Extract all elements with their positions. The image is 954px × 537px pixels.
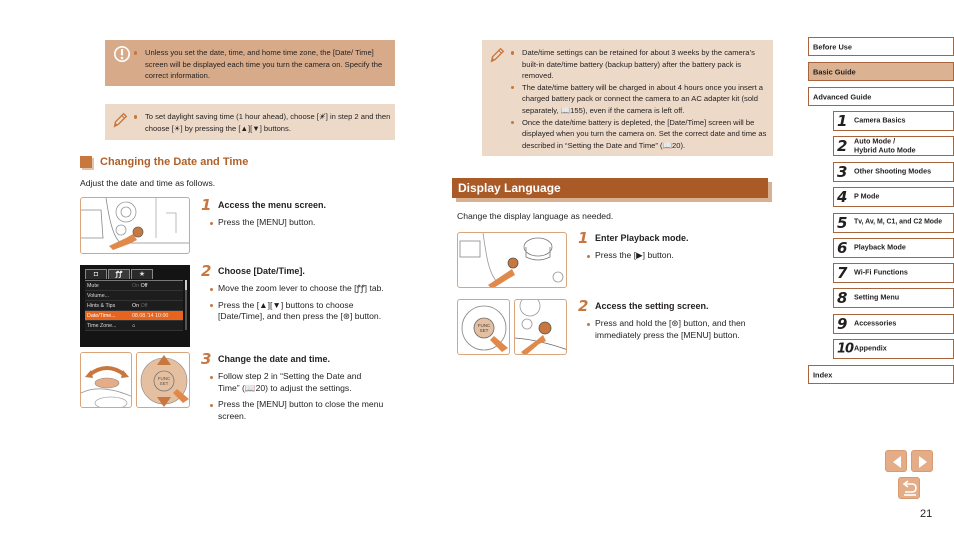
note-item: Date/time settings can be retained for a… [510, 47, 770, 82]
sidebar-item-index[interactable]: Index [808, 365, 954, 384]
control-dial-illustration: FUNC SET [136, 352, 190, 408]
step-bullet: Press and hold the [⊛] button, and then … [586, 318, 766, 341]
step-bullet: Press the [▶] button. [586, 250, 674, 262]
step-number: 2 [578, 297, 589, 315]
sidebar-chapter-accessories[interactable]: 9 Accessories [833, 314, 954, 334]
sidebar-chapter-wifi-functions[interactable]: 7 Wi-Fi Functions [833, 263, 954, 283]
menu-row-selected: Date/Time... 08.08.'14 10:00 [85, 311, 183, 321]
step-bullet: Move the zoom lever to choose the [ꝭꝭ] t… [209, 283, 389, 295]
return-arrow-icon [902, 480, 917, 496]
step-title: Choose [Date/Time]. [218, 266, 305, 276]
camera-settings-screen: ◘ ꝭꝭ ★ Mute On Off Volume... Hints & Tips… [80, 265, 190, 347]
step-title: Access the menu screen. [218, 200, 327, 210]
camera-menu-button-illustration [80, 197, 190, 254]
screen-scrollbar [185, 280, 187, 330]
sidebar-item-basic-guide[interactable]: Basic Guide [808, 62, 954, 81]
triangle-left-icon [893, 456, 901, 468]
return-button[interactable] [898, 477, 920, 499]
zoom-lever-illustration [80, 352, 132, 408]
camera-tab-icon: ◘ [85, 269, 107, 279]
previous-page-button[interactable] [885, 450, 907, 472]
playback-button-illustration [457, 232, 567, 288]
section-title: Display Language [458, 181, 561, 195]
step-bullet: Follow step 2 in “Setting the Date and T… [209, 371, 384, 394]
note-item: The date/time battery will be charged in… [510, 82, 770, 117]
sidebar-item-advanced-guide[interactable]: Advanced Guide [808, 87, 954, 106]
sidebar-chapter-p-mode[interactable]: 4P Mode [833, 187, 954, 207]
sidebar-chapter-auto-mode[interactable]: 2 Auto Mode / Hybrid Auto Mode [833, 136, 954, 156]
menu-row: Time Zone... ⌂ [85, 321, 183, 331]
next-page-button[interactable] [911, 450, 933, 472]
sidebar-chapter-tv-av-m[interactable]: 5 Tv, Av, M, C1, and C2 Mode [833, 213, 954, 233]
sidebar-chapter-other-shooting-modes[interactable]: 3 Other Shooting Modes [833, 162, 954, 182]
sidebar-chapter-camera-basics[interactable]: 1 Camera Basics [833, 111, 954, 131]
section-heading: Changing the Date and Time [80, 156, 248, 168]
step-number: 1 [201, 196, 212, 214]
sidebar-chapter-playback-mode[interactable]: 6 Playback Mode [833, 238, 954, 258]
section-intro: Adjust the date and time as follows. [80, 178, 216, 188]
tip-note-backup-battery: Date/time settings can be retained for a… [482, 40, 773, 156]
step-bullet: Press the [MENU] button to close the men… [209, 399, 384, 422]
step-bullet: Press the [MENU] button. [209, 217, 315, 229]
func-set-button-illustration: FUNC SET [457, 299, 510, 355]
sidebar-chapter-appendix[interactable]: 10 Appendix [833, 339, 954, 359]
step-bullet: Press the [▲][▼] buttons to choose [Date… [209, 300, 384, 323]
step-title: Change the date and time. [218, 354, 331, 364]
triangle-right-icon [919, 456, 927, 468]
pencil-icon [113, 112, 128, 128]
menu-row: Mute On Off [85, 281, 183, 291]
svg-text:SET: SET [160, 381, 169, 386]
sidebar-item-before-use[interactable]: Before Use [808, 37, 954, 56]
note-item: To set daylight saving time (1 hour ahea… [133, 111, 391, 134]
section-title: Changing the Date and Time [100, 156, 249, 168]
exclamation-circle-icon [113, 45, 131, 63]
page-number: 21 [920, 508, 933, 520]
pencil-icon [490, 47, 505, 63]
note-item: Once the date/time battery is depleted, … [510, 117, 770, 152]
step-number: 3 [201, 350, 212, 368]
menu-row: Hints & Tips On Off [85, 301, 183, 311]
settings-tab-icon: ꝭꝭ [108, 269, 130, 279]
step-title: Access the setting screen. [595, 301, 709, 311]
section-intro: Change the display language as needed. [457, 211, 614, 221]
note-item: Unless you set the date, time, and home … [133, 47, 391, 82]
home-icon: ⌂ [132, 323, 136, 329]
menu-row: Volume... [85, 291, 183, 301]
step-title: Enter Playback mode. [595, 233, 689, 243]
svg-text:SET: SET [480, 328, 489, 333]
sidebar-chapter-setting-menu[interactable]: 8 Setting Menu [833, 288, 954, 308]
warning-note: Unless you set the date, time, and home … [105, 40, 395, 86]
tip-note: To set daylight saving time (1 hour ahea… [105, 104, 395, 140]
heading-marker-icon [80, 156, 92, 168]
display-language-header: Display Language [452, 178, 768, 198]
step-number: 1 [578, 229, 589, 247]
menu-button-illustration [514, 299, 567, 355]
step-number: 2 [201, 262, 212, 280]
star-tab-icon: ★ [131, 269, 153, 279]
